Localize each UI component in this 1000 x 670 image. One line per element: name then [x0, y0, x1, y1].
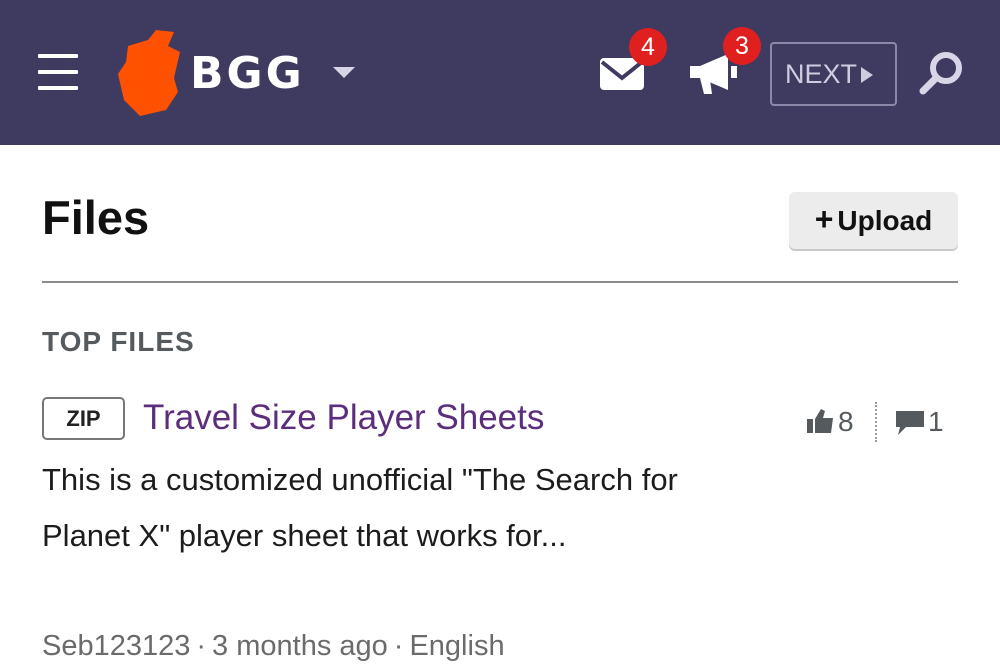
file-title-link[interactable]: Travel Size Player Sheets	[143, 396, 544, 440]
hamburger-menu-icon[interactable]	[38, 54, 78, 92]
thumbs-up-icon[interactable]	[807, 409, 833, 433]
thumbs-count: 8	[838, 406, 854, 437]
stat-divider	[875, 402, 877, 442]
next-button[interactable]: NEXT	[770, 42, 897, 106]
upload-button[interactable]: + Upload	[789, 192, 958, 249]
author-link[interactable]: Seb123123	[42, 630, 190, 662]
logo-text[interactable]: BGG	[190, 50, 305, 98]
file-type-badge: ZIP	[42, 397, 125, 440]
page-title: Files	[42, 191, 150, 244]
bgg-logo-icon[interactable]	[118, 30, 180, 116]
upload-label: Upload	[837, 205, 933, 236]
file-language: English	[409, 630, 505, 662]
search-icon[interactable]	[918, 50, 966, 96]
chevron-down-icon[interactable]	[333, 67, 355, 78]
play-triangle-icon	[861, 67, 874, 83]
plus-icon: +	[814, 201, 834, 237]
meta-separator: ·	[393, 630, 404, 662]
file-meta: Seb123123 · 3 months ago · English	[42, 626, 505, 666]
next-label: NEXT	[785, 59, 858, 89]
file-description: This is a customized unofficial "The Sea…	[42, 462, 678, 553]
meta-separator: ·	[196, 630, 207, 662]
top-nav-bar: BGG 4 3 NEXT	[0, 0, 1000, 145]
comment-icon[interactable]	[896, 411, 924, 435]
notifications-count-badge: 3	[723, 27, 761, 65]
file-age: 3 months ago	[212, 630, 388, 662]
comment-count: 1	[928, 406, 944, 437]
section-heading: TOP FILES	[42, 326, 195, 357]
mail-count-badge: 4	[629, 28, 667, 66]
divider	[42, 281, 958, 283]
